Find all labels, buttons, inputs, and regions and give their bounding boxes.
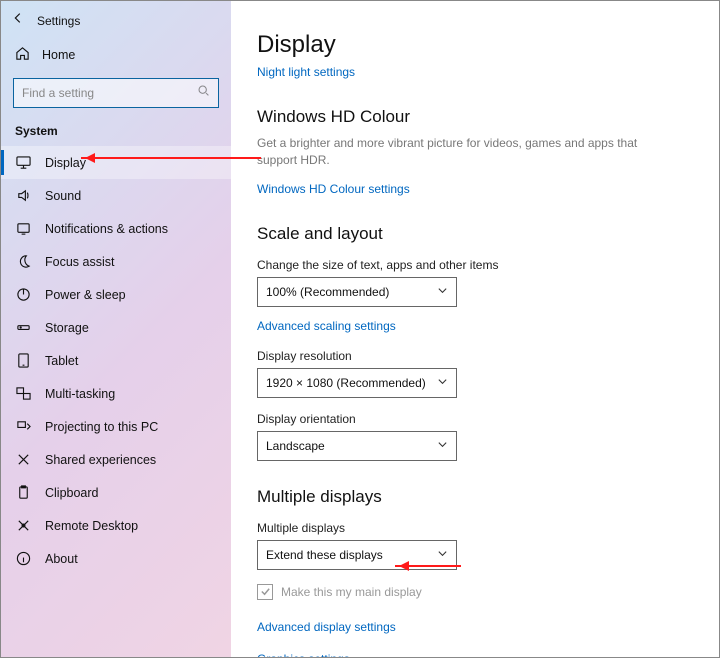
sidebar-item-label: Focus assist <box>45 255 114 269</box>
notif-icon <box>15 221 31 236</box>
sidebar-item-projecting[interactable]: Projecting to this PC <box>1 410 231 443</box>
sidebar-item-storage[interactable]: Storage <box>1 311 231 344</box>
section-heading: System <box>1 118 231 144</box>
home-label: Home <box>42 48 75 62</box>
moon-icon <box>15 254 31 269</box>
graphics-settings-link[interactable]: Graphics settings <box>257 652 350 657</box>
chevron-down-icon <box>437 376 448 390</box>
nav-list: Display Sound Notifications & actions Focus… <box>1 146 231 575</box>
multiple-displays-label: Multiple displays <box>257 521 699 535</box>
storage-icon <box>15 320 31 335</box>
orientation-value: Landscape <box>266 439 325 453</box>
sidebar-item-label: Clipboard <box>45 486 99 500</box>
advanced-display-link[interactable]: Advanced display settings <box>257 620 396 634</box>
search-input[interactable] <box>22 86 192 100</box>
sidebar-item-label: Shared experiences <box>45 453 156 467</box>
info-icon <box>15 551 31 566</box>
orientation-label: Display orientation <box>257 412 699 426</box>
sidebar-item-power[interactable]: Power & sleep <box>1 278 231 311</box>
shared-icon <box>15 452 31 467</box>
sidebar-item-notifications[interactable]: Notifications & actions <box>1 212 231 245</box>
main-display-checkbox-label: Make this my main display <box>281 585 422 599</box>
main-display-checkbox <box>257 584 273 600</box>
sidebar-item-shared[interactable]: Shared experiences <box>1 443 231 476</box>
annotation-arrow <box>81 157 261 159</box>
titlebar: Settings <box>1 7 231 38</box>
hd-colour-desc: Get a brighter and more vibrant picture … <box>257 135 657 170</box>
text-size-label: Change the size of text, apps and other … <box>257 258 699 272</box>
clipboard-icon <box>15 485 31 500</box>
chevron-down-icon <box>437 439 448 453</box>
resolution-select[interactable]: 1920 × 1080 (Recommended) <box>257 368 457 398</box>
sidebar-item-sound[interactable]: Sound <box>1 179 231 212</box>
sidebar-item-label: Remote Desktop <box>45 519 138 533</box>
sidebar-item-label: Sound <box>45 189 81 203</box>
multiple-displays-heading: Multiple displays <box>257 487 699 507</box>
scale-heading: Scale and layout <box>257 224 699 244</box>
hd-colour-link[interactable]: Windows HD Colour settings <box>257 182 410 196</box>
orientation-select[interactable]: Landscape <box>257 431 457 461</box>
search-box[interactable] <box>13 78 219 108</box>
home-icon <box>15 46 30 64</box>
chevron-down-icon <box>437 285 448 299</box>
sidebar-item-label: Storage <box>45 321 89 335</box>
tablet-icon <box>15 353 31 368</box>
chevron-down-icon <box>437 548 448 562</box>
night-light-link[interactable]: Night light settings <box>257 65 355 79</box>
sidebar-item-label: Projecting to this PC <box>45 420 158 434</box>
remote-icon <box>15 518 31 533</box>
sidebar-item-label: Tablet <box>45 354 78 368</box>
sidebar-item-multitask[interactable]: Multi-tasking <box>1 377 231 410</box>
sidebar-item-label: Power & sleep <box>45 288 126 302</box>
window-title: Settings <box>37 14 80 28</box>
home-nav[interactable]: Home <box>1 38 231 72</box>
sidebar-item-clipboard[interactable]: Clipboard <box>1 476 231 509</box>
power-icon <box>15 287 31 302</box>
sidebar-item-remote[interactable]: Remote Desktop <box>1 509 231 542</box>
resolution-label: Display resolution <box>257 349 699 363</box>
back-button[interactable] <box>11 11 25 30</box>
sidebar-item-label: About <box>45 552 78 566</box>
sidebar: Settings Home System Display Sound Notific… <box>1 1 231 657</box>
sidebar-item-label: Multi-tasking <box>45 387 115 401</box>
sidebar-item-tablet[interactable]: Tablet <box>1 344 231 377</box>
resolution-value: 1920 × 1080 (Recommended) <box>266 376 426 390</box>
sidebar-item-display[interactable]: Display <box>1 146 231 179</box>
advanced-scaling-link[interactable]: Advanced scaling settings <box>257 319 396 333</box>
text-size-select[interactable]: 100% (Recommended) <box>257 277 457 307</box>
project-icon <box>15 419 31 434</box>
sound-icon <box>15 188 31 203</box>
sidebar-item-focus[interactable]: Focus assist <box>1 245 231 278</box>
monitor-icon <box>15 155 31 170</box>
multiple-displays-value: Extend these displays <box>266 548 383 562</box>
main-display-checkbox-row: Make this my main display <box>257 584 699 600</box>
sidebar-item-label: Notifications & actions <box>45 222 168 236</box>
page-title: Display <box>257 31 699 59</box>
main-panel: Display Night light settings Windows HD … <box>231 1 719 657</box>
annotation-arrow <box>395 565 461 567</box>
text-size-value: 100% (Recommended) <box>266 285 389 299</box>
sidebar-item-about[interactable]: About <box>1 542 231 575</box>
hd-colour-heading: Windows HD Colour <box>257 107 699 127</box>
multi-icon <box>15 386 31 401</box>
search-icon <box>197 84 210 102</box>
